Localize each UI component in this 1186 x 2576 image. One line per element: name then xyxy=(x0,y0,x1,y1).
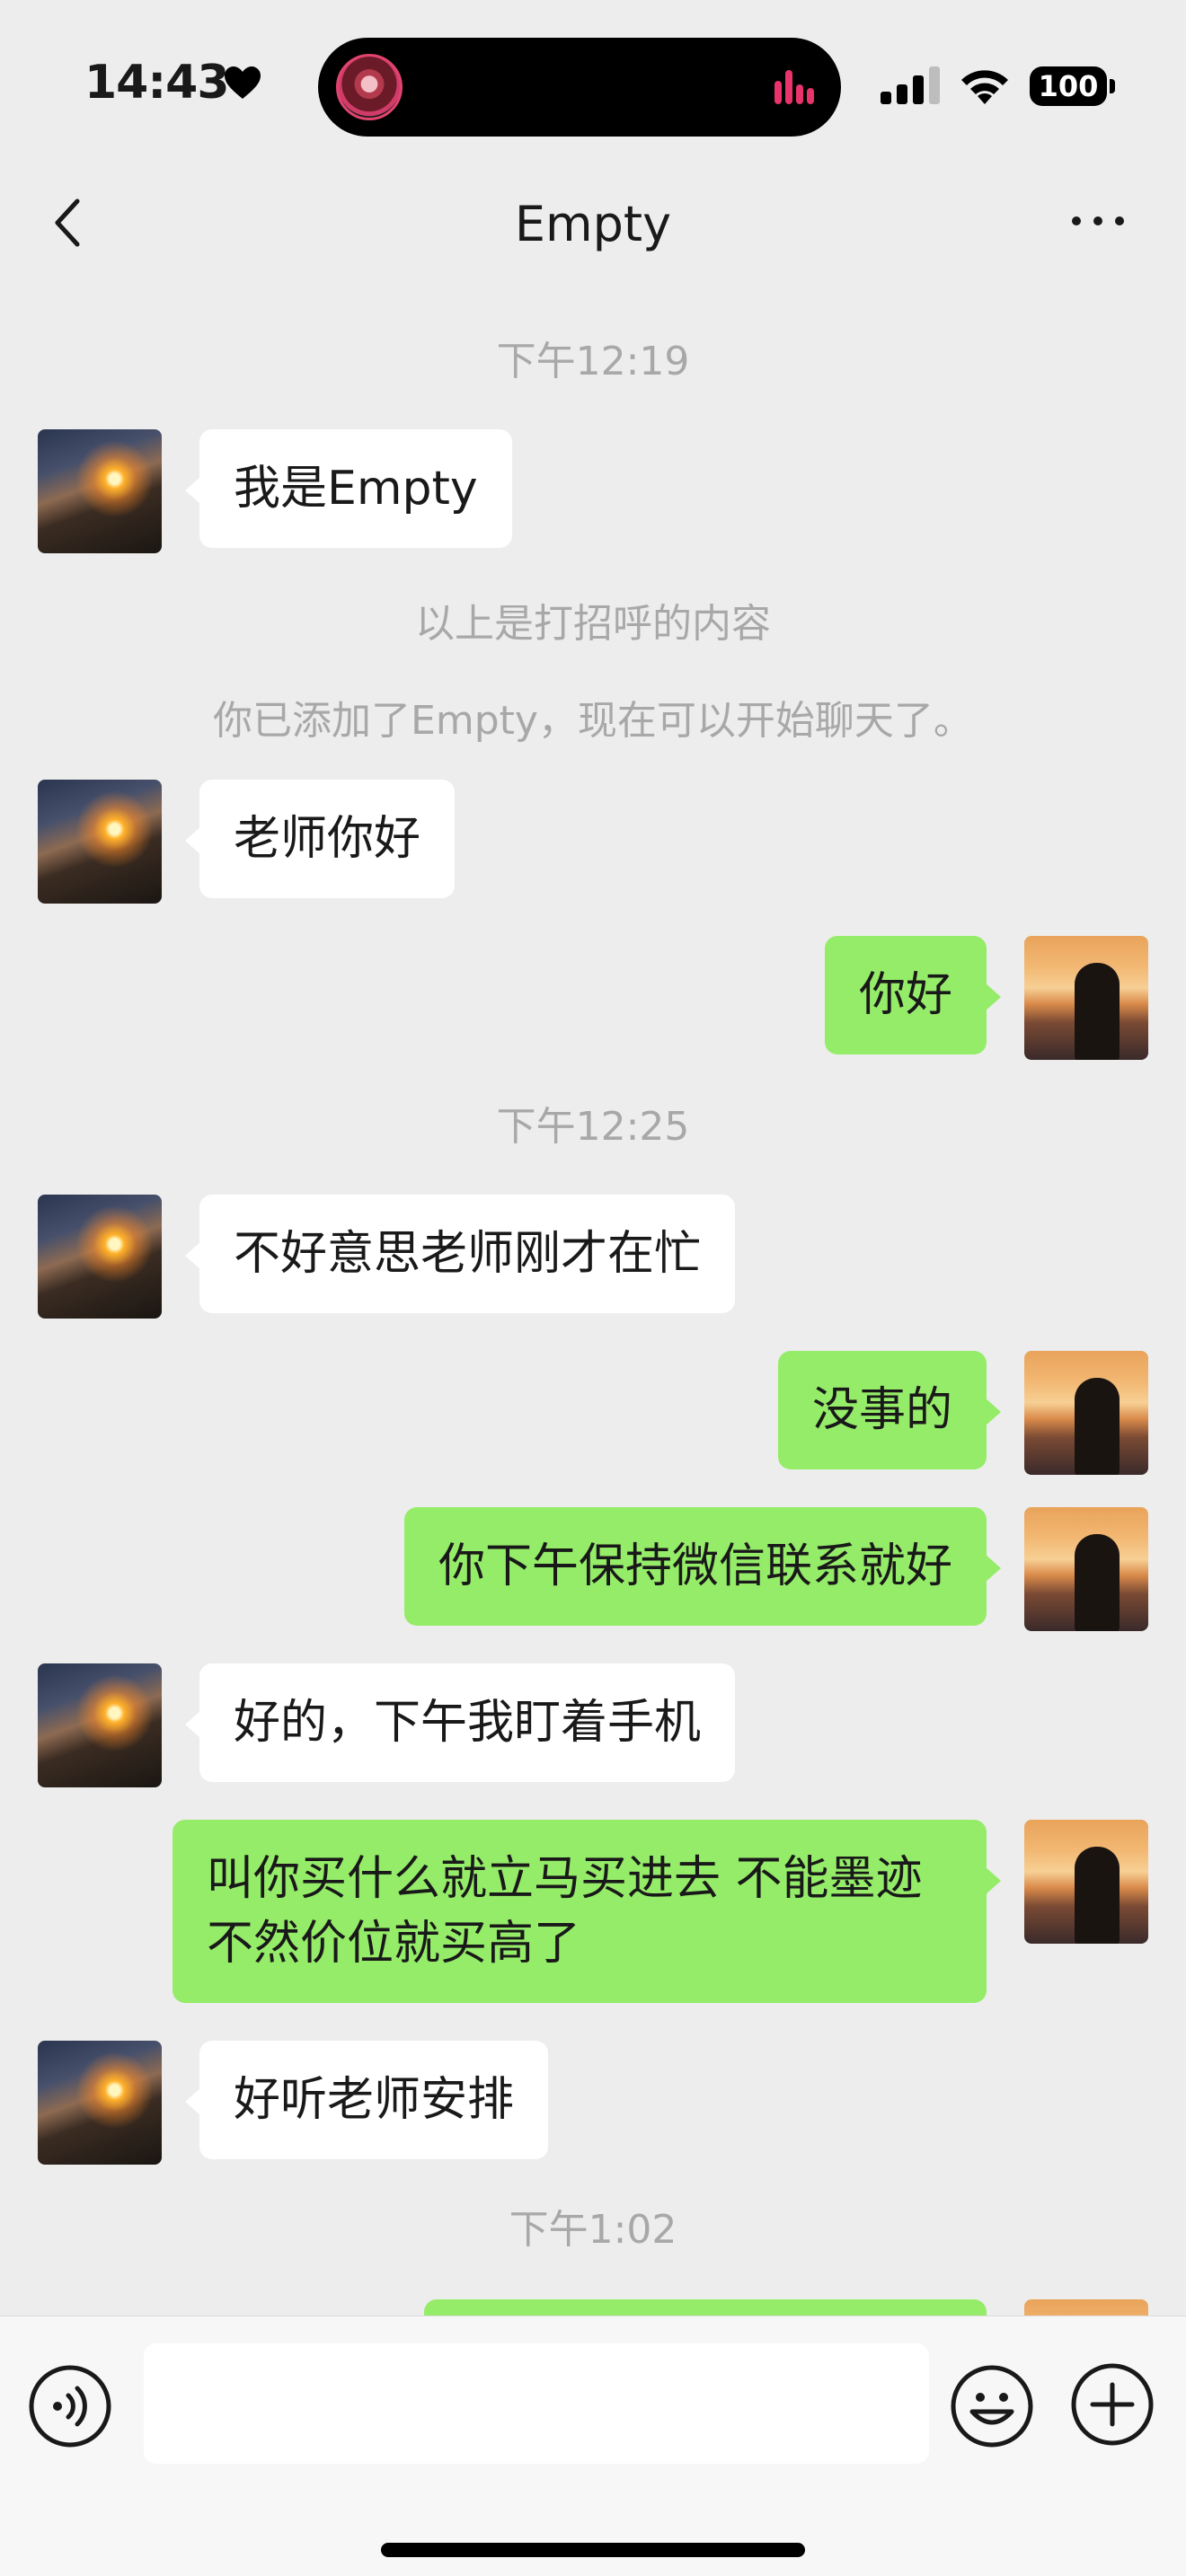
outgoing-message[interactable]: 你好 xyxy=(824,936,1002,1054)
my-avatar[interactable] xyxy=(1024,2299,1148,2316)
outgoing-message-partial[interactable] xyxy=(424,2299,987,2316)
incoming-message[interactable]: 好的，下午我盯着手机 xyxy=(184,1663,736,1782)
contact-avatar[interactable] xyxy=(38,1663,162,1787)
dynamic-island xyxy=(318,38,841,137)
contact-avatar[interactable] xyxy=(38,1195,162,1319)
contact-avatar[interactable] xyxy=(38,780,162,904)
input-bar xyxy=(0,2316,1186,2576)
message-input[interactable] xyxy=(144,2343,929,2464)
my-avatar[interactable] xyxy=(1024,1820,1148,1944)
wifi-icon xyxy=(961,70,1008,104)
timestamp: 下午1:02 xyxy=(509,2207,677,2253)
audio-bars-icon xyxy=(774,70,814,104)
my-avatar[interactable] xyxy=(1024,936,1148,1060)
status-time: 14:43 xyxy=(84,56,230,110)
outgoing-message[interactable]: 没事的 xyxy=(777,1351,1002,1469)
battery-indicator: 100 xyxy=(1030,66,1116,106)
incoming-message[interactable]: 不好意思老师刚才在忙 xyxy=(184,1195,736,1313)
message-list[interactable]: 下午12:19 我是Empty 以上是打招呼的内容 你已添加了Empty，现在可… xyxy=(0,278,1186,2316)
my-avatar[interactable] xyxy=(1024,1507,1148,1631)
system-message: 以上是打招呼的内容 xyxy=(415,601,771,647)
contact-avatar[interactable] xyxy=(38,2041,162,2165)
home-indicator[interactable] xyxy=(381,2543,805,2557)
incoming-message[interactable]: 我是Empty xyxy=(185,429,512,548)
battery-level: 100 xyxy=(1030,66,1107,106)
plus-icon[interactable] xyxy=(1069,2361,1155,2448)
chat-header: Empty xyxy=(0,171,1186,278)
incoming-message[interactable]: 好听老师安排 xyxy=(184,2041,549,2159)
island-app-icon xyxy=(336,54,403,120)
system-message: 你已添加了Empty，现在可以开始聊天了。 xyxy=(213,698,973,744)
chat-title: Empty xyxy=(514,196,672,252)
more-options-icon[interactable] xyxy=(1069,210,1127,232)
heart-icon xyxy=(225,66,261,99)
contact-avatar[interactable] xyxy=(38,429,162,553)
my-avatar[interactable] xyxy=(1024,1351,1148,1475)
timestamp: 下午12:25 xyxy=(496,1104,690,1150)
emoji-icon[interactable] xyxy=(949,2363,1035,2449)
outgoing-message[interactable]: 你下午保持微信联系就好 xyxy=(403,1507,1002,1626)
status-bar: 14:43 100 xyxy=(0,0,1186,171)
incoming-message[interactable]: 老师你好 xyxy=(184,780,456,898)
voice-input-icon[interactable] xyxy=(27,2363,113,2449)
cellular-signal-icon xyxy=(881,66,940,104)
outgoing-message[interactable]: 叫你买什么就立马买进去 不能墨迹不然价位就买高了 xyxy=(173,1820,1001,2003)
timestamp: 下午12:19 xyxy=(496,339,690,384)
